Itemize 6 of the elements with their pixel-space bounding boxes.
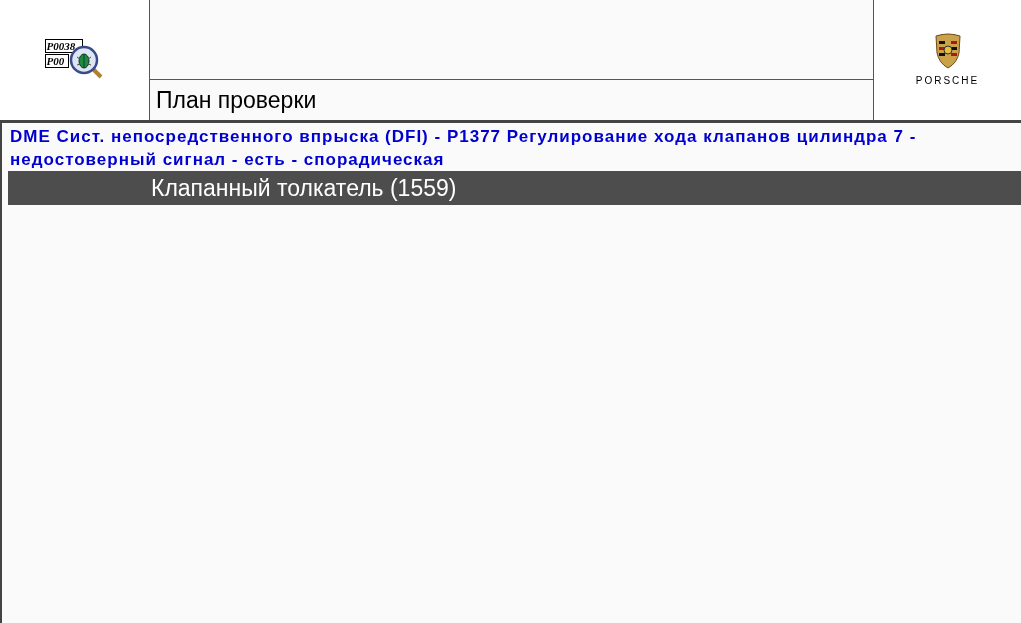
page-title: План проверки [156, 85, 317, 115]
fault-code-text: P00 [44, 54, 69, 68]
crest-logo-icon [932, 32, 963, 69]
test-step-row[interactable]: Клапанный толкатель (1559) [8, 171, 1021, 205]
brand-wordmark: PORSCHE [915, 73, 980, 88]
fault-description: DME Сист. непосредственного впрыска (DFI) - P1377 Регулирование хода клапанов цилиндра 7 - недостоверный сигнал - есть - спорадическая [9, 126, 918, 171]
